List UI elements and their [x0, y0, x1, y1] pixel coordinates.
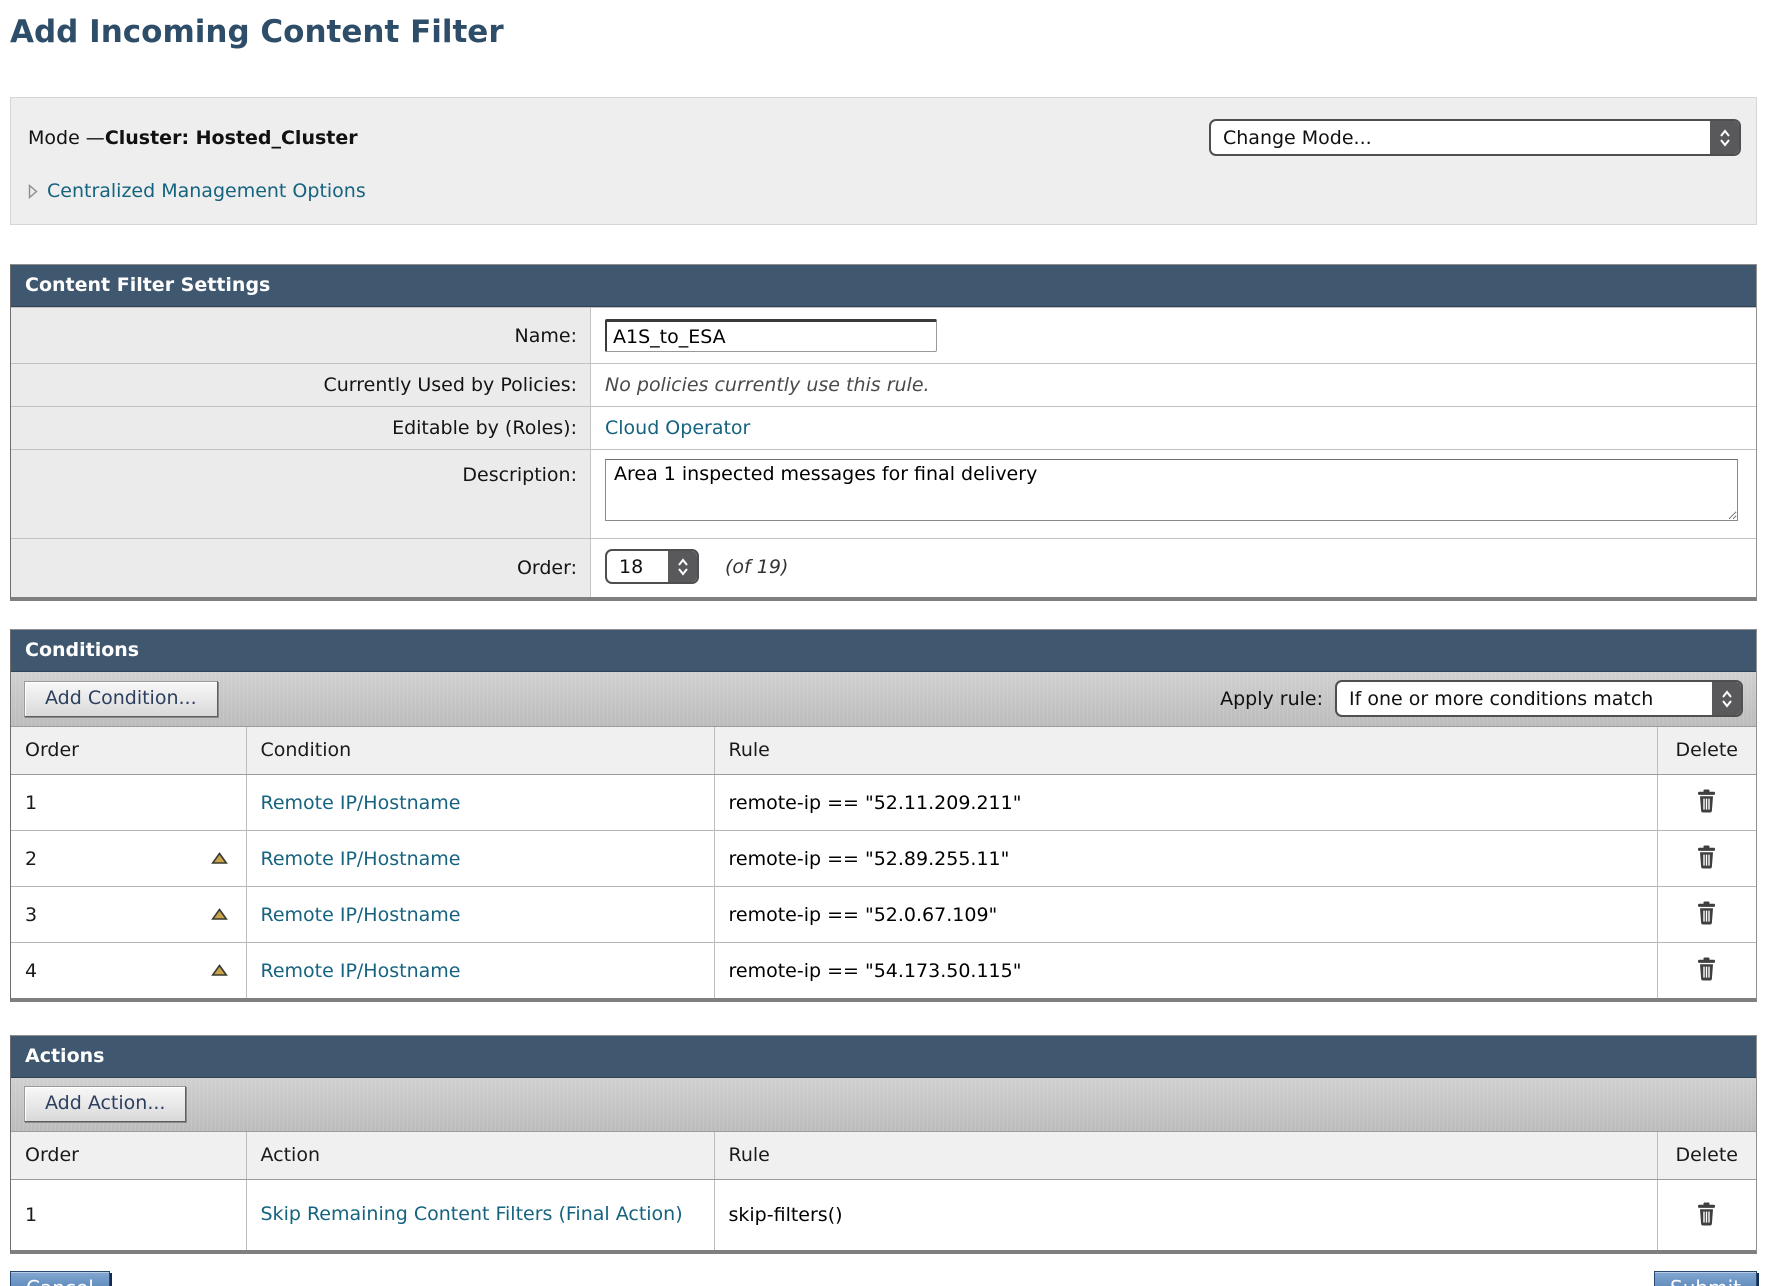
roles-label: Editable by (Roles):: [11, 407, 591, 449]
policies-label: Currently Used by Policies:: [11, 364, 591, 406]
condition-link[interactable]: Remote IP/Hostname: [261, 792, 461, 814]
action-rule: skip-filters(): [729, 1204, 843, 1226]
apply-rule-select-value: If one or more conditions match: [1337, 682, 1712, 715]
description-textarea[interactable]: Area 1 inspected messages for final deli…: [605, 459, 1738, 521]
condition-order: 3: [25, 904, 37, 926]
trash-icon: [1696, 969, 1717, 984]
actions-table: Order Action Rule Delete 1 Skip Remainin…: [11, 1132, 1756, 1250]
page: Add Incoming Content Filter Mode —Cluste…: [0, 0, 1770, 1286]
delete-condition-button[interactable]: [1694, 787, 1719, 815]
conditions-toolbar: Add Condition... Apply rule: If one or m…: [11, 672, 1756, 727]
conditions-panel-header: Conditions: [11, 630, 1756, 672]
move-up-button[interactable]: [209, 906, 230, 923]
mode-label: Mode —: [28, 127, 105, 149]
trash-icon: [1696, 913, 1717, 928]
actions-col-rule: Rule: [714, 1132, 1657, 1180]
trash-icon: [1696, 857, 1717, 872]
move-up-button[interactable]: [209, 850, 230, 867]
delete-condition-button[interactable]: [1694, 899, 1719, 927]
trash-icon: [1696, 801, 1717, 816]
add-action-button[interactable]: Add Action...: [24, 1086, 186, 1122]
actions-panel: Actions Add Action... Order Action Rule …: [10, 1035, 1757, 1254]
action-link[interactable]: Skip Remaining Content Filters (Final Ac…: [261, 1201, 683, 1229]
order-label: Order:: [11, 539, 591, 597]
condition-rule: remote-ip == "52.11.209.211": [729, 792, 1022, 814]
condition-link[interactable]: Remote IP/Hostname: [261, 960, 461, 982]
condition-link[interactable]: Remote IP/Hostname: [261, 848, 461, 870]
actions-col-action: Action: [246, 1132, 714, 1180]
select-stepper-icon: [668, 551, 697, 582]
submit-button[interactable]: Submit: [1654, 1271, 1757, 1286]
conditions-table: Order Condition Rule Delete 1 Remote IP/…: [11, 727, 1756, 998]
add-condition-button[interactable]: Add Condition...: [24, 681, 218, 717]
actions-col-delete: Delete: [1657, 1132, 1756, 1180]
description-label: Description:: [11, 450, 591, 538]
apply-rule-label: Apply rule:: [1220, 688, 1323, 710]
condition-rule: remote-ip == "54.173.50.115": [729, 960, 1022, 982]
order-select-value: 18: [607, 551, 668, 582]
settings-panel-header: Content Filter Settings: [11, 265, 1756, 307]
mode-value: Cluster: Hosted_Cluster: [105, 127, 358, 149]
conditions-panel: Conditions Add Condition... Apply rule: …: [10, 629, 1757, 1002]
arrow-up-icon: [211, 853, 228, 868]
cancel-button[interactable]: Cancel: [10, 1271, 110, 1286]
mode-box: Mode —Cluster: Hosted_Cluster Change Mod…: [10, 97, 1757, 225]
apply-rule-select[interactable]: If one or more conditions match: [1335, 680, 1743, 717]
name-label: Name:: [11, 308, 591, 363]
actions-toolbar: Add Action...: [11, 1078, 1756, 1132]
action-row: 1 Skip Remaining Content Filters (Final …: [11, 1180, 1756, 1251]
condition-row: 2 Remote IP/Hostname remote-ip == "52.89…: [11, 831, 1756, 887]
name-input[interactable]: [605, 319, 937, 352]
change-mode-select[interactable]: Change Mode...: [1209, 119, 1741, 156]
select-stepper-icon: [1712, 682, 1741, 715]
page-title: Add Incoming Content Filter: [10, 14, 1757, 50]
condition-row: 1 Remote IP/Hostname remote-ip == "52.11…: [11, 775, 1756, 831]
actions-col-order: Order: [11, 1132, 246, 1180]
delete-action-button[interactable]: [1694, 1200, 1719, 1228]
select-stepper-icon: [1710, 121, 1739, 154]
conditions-col-condition: Condition: [246, 727, 714, 775]
condition-link[interactable]: Remote IP/Hostname: [261, 904, 461, 926]
conditions-col-delete: Delete: [1657, 727, 1756, 775]
condition-rule: remote-ip == "52.89.255.11": [729, 848, 1010, 870]
conditions-col-rule: Rule: [714, 727, 1657, 775]
mode-text: Mode —Cluster: Hosted_Cluster: [28, 127, 358, 149]
condition-rule: remote-ip == "52.0.67.109": [729, 904, 998, 926]
conditions-col-order: Order: [11, 727, 246, 775]
delete-condition-button[interactable]: [1694, 843, 1719, 871]
condition-order: 4: [25, 960, 37, 982]
centralized-management-options-link[interactable]: Centralized Management Options: [47, 180, 366, 202]
condition-row: 4 Remote IP/Hostname remote-ip == "54.17…: [11, 943, 1756, 999]
order-of-text: (of 19): [725, 556, 788, 578]
policies-value: No policies currently use this rule.: [591, 364, 1756, 406]
action-order: 1: [25, 1204, 37, 1226]
condition-row: 3 Remote IP/Hostname remote-ip == "52.0.…: [11, 887, 1756, 943]
condition-order: 1: [25, 792, 37, 814]
move-up-button[interactable]: [209, 962, 230, 979]
arrow-up-icon: [211, 965, 228, 980]
cloud-operator-link[interactable]: Cloud Operator: [605, 417, 750, 439]
footer-bar: Cancel Submit: [10, 1271, 1757, 1286]
content-filter-settings-panel: Content Filter Settings Name: Currently …: [10, 264, 1757, 601]
disclosure-triangle-icon: [28, 184, 38, 199]
condition-order: 2: [25, 848, 37, 870]
arrow-up-icon: [211, 909, 228, 924]
order-select[interactable]: 18: [605, 549, 699, 584]
change-mode-select-value: Change Mode...: [1211, 121, 1710, 154]
delete-condition-button[interactable]: [1694, 955, 1719, 983]
actions-panel-header: Actions: [11, 1036, 1756, 1078]
trash-icon: [1696, 1214, 1717, 1229]
